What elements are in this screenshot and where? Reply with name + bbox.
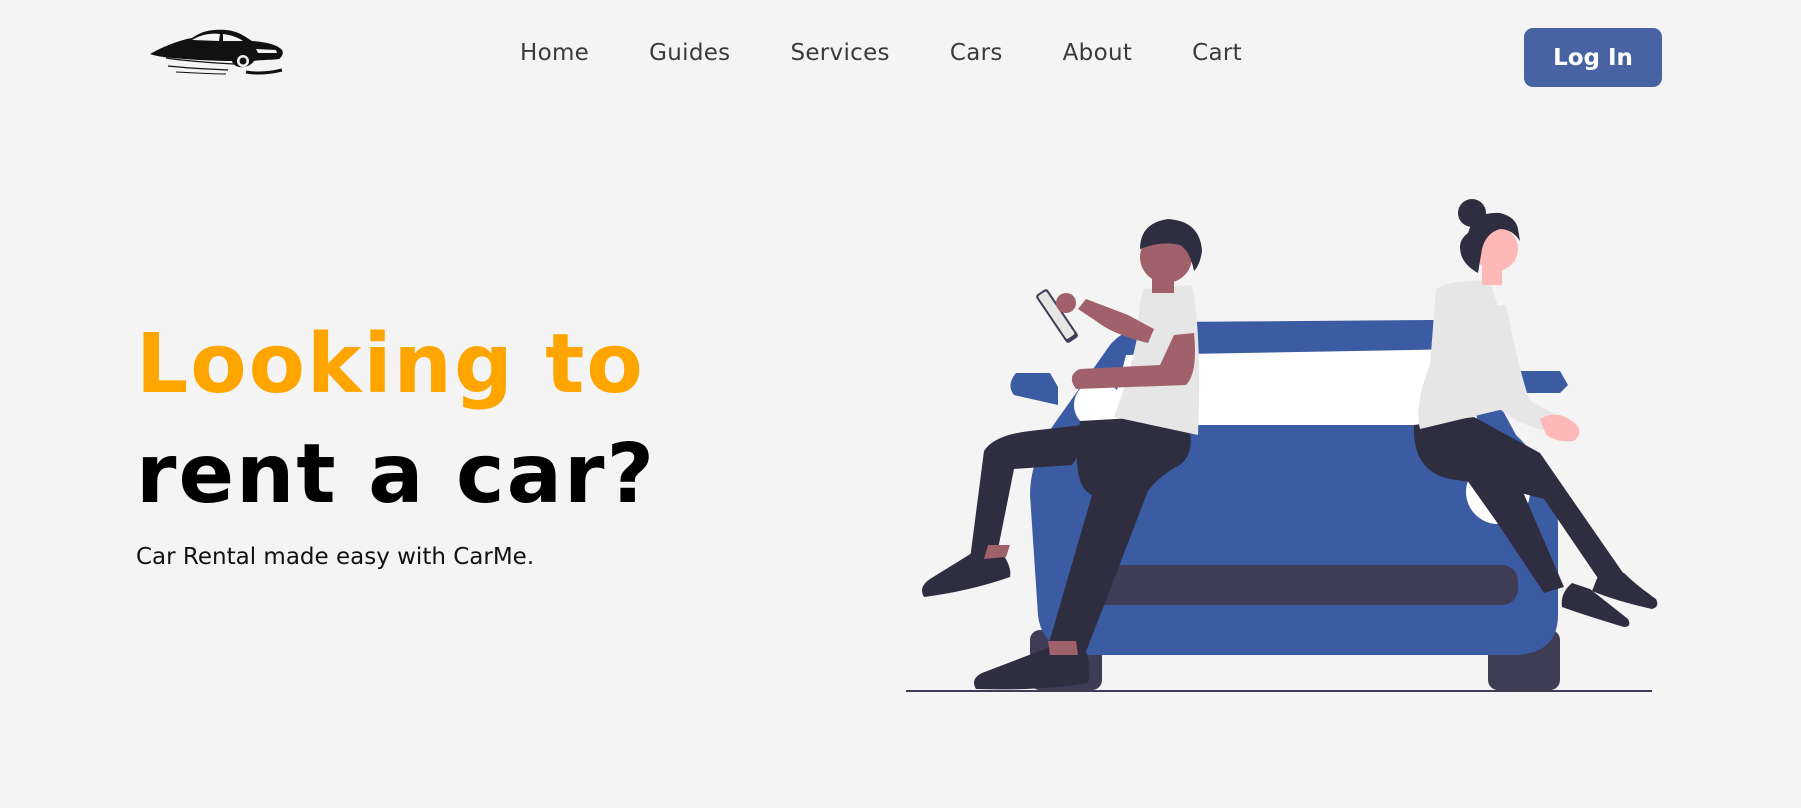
nav-link-cars[interactable]: Cars	[950, 40, 1003, 66]
headline-accent: Looking to	[136, 317, 645, 412]
nav-link-services[interactable]: Services	[790, 40, 889, 66]
main-nav: Home Guides Services Cars About Cart	[520, 40, 1302, 66]
nav-link-cart[interactable]: Cart	[1192, 40, 1242, 66]
login-button[interactable]: Log In	[1524, 28, 1662, 87]
navbar: Home Guides Services Cars About Cart Log…	[0, 0, 1801, 115]
car-logo-icon[interactable]	[146, 28, 286, 83]
headline-main: rent a car?	[136, 427, 657, 522]
nav-link-about[interactable]: About	[1063, 40, 1133, 66]
hero-section: Looking to rent a car? Car Rental made e…	[136, 310, 656, 570]
nav-link-home[interactable]: Home	[520, 40, 589, 66]
nav-link-guides[interactable]: Guides	[649, 40, 730, 66]
people-sitting-on-car-illustration-icon	[906, 199, 1658, 692]
hero-tagline: Car Rental made easy with CarMe.	[136, 544, 535, 570]
page: Home Guides Services Cars About Cart Log…	[0, 0, 1801, 808]
